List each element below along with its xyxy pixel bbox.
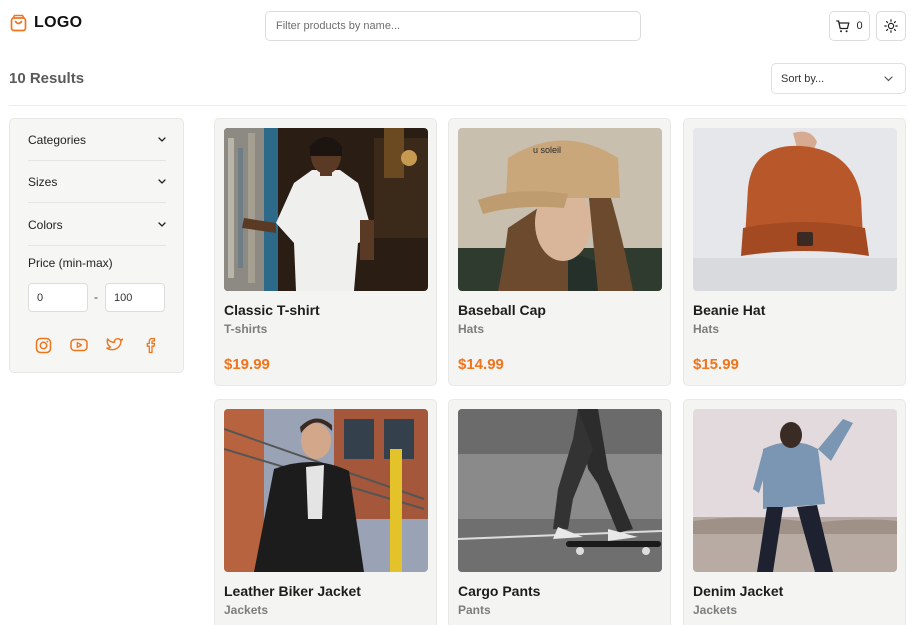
twitter-icon[interactable] xyxy=(106,336,124,354)
social-links xyxy=(34,336,160,354)
product-name: Leather Biker Jacket xyxy=(224,583,361,599)
cart-button[interactable]: 0 xyxy=(829,11,870,41)
product-category: Pants xyxy=(458,603,491,617)
product-card[interactable]: Denim Jacket Jackets xyxy=(683,399,906,625)
search-input[interactable] xyxy=(265,11,641,41)
product-category: T-shirts xyxy=(224,322,268,336)
results-count: 10 Results xyxy=(9,70,85,87)
product-card[interactable]: u soleil Baseball Cap Hats $14.99 xyxy=(448,118,671,386)
price-label: Price (min-max) xyxy=(28,256,113,270)
svg-text:u soleil: u soleil xyxy=(533,145,561,155)
cart-count: 0 xyxy=(856,20,863,32)
chevron-down-icon xyxy=(158,222,166,227)
product-name: Beanie Hat xyxy=(693,302,766,318)
filter-label: Sizes xyxy=(28,174,58,189)
product-image[interactable]: u soleil xyxy=(458,128,662,291)
product-image[interactable] xyxy=(693,128,897,291)
filter-sidebar: Categories Sizes Colors Price (min-max) … xyxy=(9,118,184,373)
product-image[interactable] xyxy=(224,128,428,291)
price-max-input[interactable] xyxy=(105,283,165,312)
sort-label: Sort by... xyxy=(781,72,825,85)
logo[interactable]: LOGO xyxy=(10,14,82,32)
chevron-down-icon xyxy=(884,75,893,81)
product-image[interactable] xyxy=(693,409,897,572)
product-price: $15.99 xyxy=(693,356,739,373)
product-card[interactable]: Beanie Hat Hats $15.99 xyxy=(683,118,906,386)
product-price: $19.99 xyxy=(224,356,270,373)
instagram-icon[interactable] xyxy=(34,336,52,354)
cart-icon xyxy=(836,19,850,32)
product-category: Jackets xyxy=(224,603,269,617)
product-image[interactable] xyxy=(224,409,428,572)
filter-sizes[interactable]: Sizes xyxy=(28,161,166,203)
shopping-bag-icon xyxy=(10,14,27,32)
product-name: Baseball Cap xyxy=(458,302,546,318)
product-name: Denim Jacket xyxy=(693,583,784,599)
product-image[interactable] xyxy=(458,409,662,572)
filter-categories[interactable]: Categories xyxy=(28,119,166,161)
divider xyxy=(9,105,906,106)
price-separator: - xyxy=(94,290,98,304)
facebook-icon[interactable] xyxy=(142,336,160,354)
product-price: $14.99 xyxy=(458,356,504,373)
product-category: Jackets xyxy=(693,603,738,617)
filter-label: Colors xyxy=(28,217,63,232)
header: LOGO 0 xyxy=(0,0,917,54)
price-min-input[interactable] xyxy=(28,283,88,312)
chevron-down-icon xyxy=(158,179,166,184)
sun-icon xyxy=(884,19,898,33)
theme-toggle-button[interactable] xyxy=(876,11,906,41)
product-name: Cargo Pants xyxy=(458,583,541,599)
product-card[interactable]: Classic T-shirt T-shirts $19.99 xyxy=(214,118,437,386)
filter-label: Categories xyxy=(28,132,87,147)
youtube-icon[interactable] xyxy=(70,336,88,354)
chevron-down-icon xyxy=(158,137,166,142)
filter-colors[interactable]: Colors xyxy=(28,204,166,246)
product-card[interactable]: Leather Biker Jacket Jackets xyxy=(214,399,437,625)
logo-text: LOGO xyxy=(34,14,83,31)
product-category: Hats xyxy=(693,322,720,336)
sort-select[interactable]: Sort by... xyxy=(771,63,906,94)
product-name: Classic T-shirt xyxy=(224,302,320,318)
product-category: Hats xyxy=(458,322,485,336)
product-card[interactable]: Cargo Pants Pants xyxy=(448,399,671,625)
